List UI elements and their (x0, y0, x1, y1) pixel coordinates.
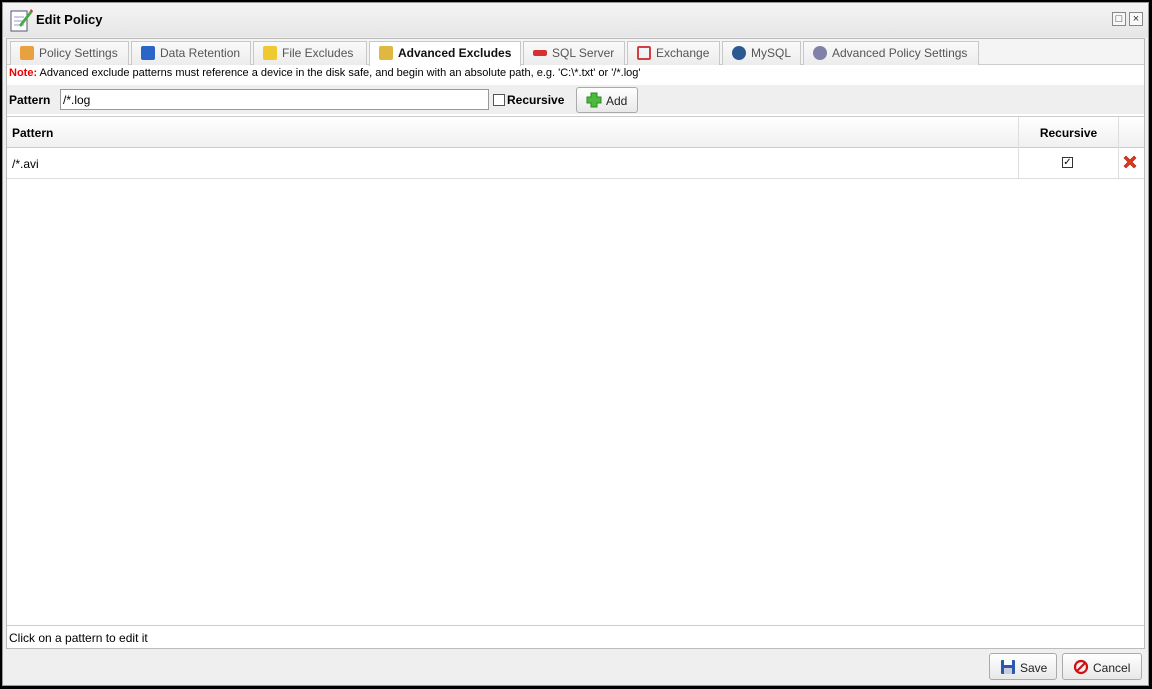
tab-advanced-policy-settings[interactable]: Advanced Policy Settings (803, 41, 979, 65)
edit-policy-dialog: Edit Policy □ × Policy Settings Data Ret… (2, 2, 1149, 686)
column-header-recursive[interactable]: Recursive (1019, 126, 1118, 140)
tab-sql-server[interactable]: SQL Server (523, 41, 625, 65)
folders-icon (379, 46, 393, 60)
window-title: Edit Policy (36, 12, 103, 27)
tab-label: Policy Settings (39, 46, 118, 60)
tab-exchange[interactable]: Exchange (627, 41, 720, 65)
clipboard-icon (20, 46, 34, 60)
add-button[interactable]: Add (576, 87, 638, 113)
cancel-icon (1073, 659, 1089, 675)
note-text: Note: Advanced exclude patterns must ref… (9, 67, 640, 79)
recursive-checkbox[interactable] (493, 94, 505, 106)
pattern-input[interactable] (60, 89, 489, 110)
close-button[interactable]: × (1129, 12, 1143, 26)
plus-icon (586, 92, 602, 108)
note-body: Advanced exclude patterns must reference… (37, 67, 641, 79)
tab-file-excludes[interactable]: File Excludes (253, 41, 367, 65)
tab-data-retention[interactable]: Data Retention (131, 41, 251, 65)
grid-header: Pattern Recursive (7, 117, 1144, 148)
tab-label: Advanced Policy Settings (832, 46, 968, 60)
add-label: Add (606, 94, 628, 108)
tab-label: MySQL (751, 46, 792, 60)
pattern-label: Pattern (9, 93, 51, 107)
patterns-grid: Pattern Recursive /*.avi ✓ (7, 116, 1144, 626)
recursive-cell-checkbox[interactable]: ✓ (1062, 157, 1073, 168)
delete-icon[interactable] (1122, 154, 1138, 170)
note-prefix: Note: (9, 67, 38, 79)
tab-mysql[interactable]: MySQL (722, 41, 801, 65)
tab-bar: Policy Settings Data Retention File Excl… (7, 39, 1144, 66)
status-text: Click on a pattern to edit it (9, 631, 148, 645)
folder-icon (263, 46, 277, 60)
tab-label: Exchange (656, 46, 710, 60)
gears-icon (813, 46, 827, 60)
tab-label: Data Retention (160, 46, 241, 60)
notepad-pencil-icon (10, 9, 33, 32)
dialog-body: Policy Settings Data Retention File Excl… (6, 38, 1145, 649)
exchange-icon (637, 46, 651, 60)
recursive-label[interactable]: Recursive (507, 93, 564, 107)
sql-server-icon (533, 50, 547, 56)
mysql-icon (732, 46, 746, 60)
maximize-button[interactable]: □ (1112, 12, 1126, 26)
save-button[interactable]: Save (989, 653, 1057, 680)
cancel-button[interactable]: Cancel (1062, 653, 1142, 680)
save-label: Save (1020, 661, 1048, 675)
tab-label: Advanced Excludes (398, 46, 512, 60)
cubes-icon (141, 46, 155, 60)
tab-label: SQL Server (552, 46, 615, 60)
tab-advanced-excludes[interactable]: Advanced Excludes (369, 41, 521, 66)
cancel-label: Cancel (1093, 661, 1131, 675)
table-row[interactable]: /*.avi ✓ (7, 148, 1144, 179)
pattern-form: Pattern Recursive Add (7, 85, 1144, 114)
tab-policy-settings[interactable]: Policy Settings (10, 41, 129, 65)
pattern-cell[interactable]: /*.avi (12, 157, 39, 171)
floppy-disk-icon (1001, 660, 1015, 674)
column-header-pattern[interactable]: Pattern (12, 126, 53, 140)
tab-label: File Excludes (282, 46, 354, 60)
title-bar[interactable]: Edit Policy □ × (3, 3, 1148, 37)
